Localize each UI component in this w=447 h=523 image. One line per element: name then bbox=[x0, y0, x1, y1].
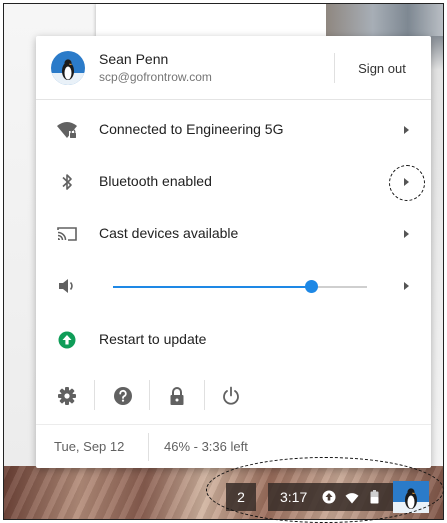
update-row[interactable]: Restart to update bbox=[36, 314, 431, 366]
divider bbox=[148, 433, 149, 461]
divider bbox=[334, 53, 335, 83]
volume-slider[interactable] bbox=[113, 280, 367, 293]
bluetooth-row[interactable]: Bluetooth enabled bbox=[36, 156, 431, 208]
wifi-locked-icon bbox=[56, 119, 78, 141]
divider bbox=[149, 380, 150, 410]
date-label[interactable]: Tue, Sep 12 bbox=[54, 439, 124, 454]
settings-icon[interactable] bbox=[56, 385, 78, 407]
help-icon[interactable] bbox=[112, 385, 134, 407]
divider bbox=[204, 380, 205, 410]
annotation-circle bbox=[389, 165, 425, 201]
network-row[interactable]: Connected to Engineering 5G bbox=[36, 104, 431, 156]
sign-out-button[interactable]: Sign out bbox=[344, 52, 420, 84]
user-email: scp@gofrontrow.com bbox=[99, 70, 212, 84]
background-photo-strip bbox=[326, 4, 443, 36]
system-tray-menu: Sean Penn scp@gofrontrow.com Sign out Co… bbox=[36, 36, 431, 468]
annotation-circle bbox=[206, 457, 444, 523]
chevron-right-icon[interactable] bbox=[400, 279, 412, 293]
volume-slider-fill bbox=[113, 286, 312, 288]
penguin-avatar-icon bbox=[51, 51, 85, 85]
update-label: Restart to update bbox=[99, 331, 207, 347]
chevron-right-icon[interactable] bbox=[400, 227, 412, 241]
user-card: Sean Penn scp@gofrontrow.com Sign out bbox=[36, 36, 431, 100]
update-icon bbox=[56, 329, 78, 351]
quick-actions bbox=[36, 376, 431, 416]
battery-status-label: 46% - 3:36 left bbox=[164, 439, 248, 454]
user-name: Sean Penn bbox=[99, 51, 169, 67]
cast-icon bbox=[56, 223, 78, 245]
power-icon[interactable] bbox=[220, 385, 242, 407]
volume-icon[interactable] bbox=[56, 275, 78, 297]
cast-status-label: Cast devices available bbox=[99, 225, 239, 241]
chevron-right-icon[interactable] bbox=[400, 123, 412, 137]
divider bbox=[94, 380, 95, 410]
bluetooth-status-label: Bluetooth enabled bbox=[99, 173, 212, 189]
lock-icon[interactable] bbox=[166, 385, 188, 407]
cast-row[interactable]: Cast devices available bbox=[36, 208, 431, 260]
network-status-label: Connected to Engineering 5G bbox=[99, 121, 284, 137]
bluetooth-icon bbox=[56, 171, 78, 193]
